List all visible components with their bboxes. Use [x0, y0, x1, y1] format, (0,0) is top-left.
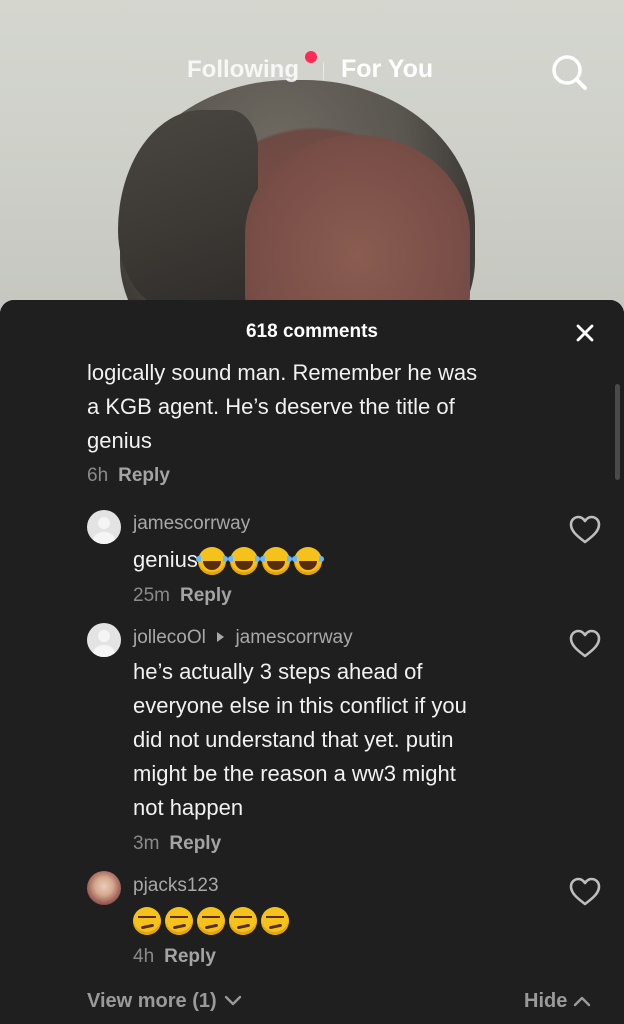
reply-button[interactable]: Reply [118, 465, 170, 486]
laughing-crying-emoji-icon [227, 547, 260, 576]
reply-button[interactable]: Reply [180, 585, 232, 606]
tab-for-you[interactable]: For You [341, 55, 433, 84]
close-icon[interactable] [572, 320, 598, 346]
comment-time: 25m [133, 585, 170, 606]
comment-text: genius [133, 543, 326, 577]
smirking-face-emoji-icon [133, 907, 161, 936]
person-hair [118, 110, 258, 310]
reply-to-username[interactable]: jamescorrway [235, 627, 352, 648]
comment-time: 3m [133, 833, 160, 854]
comment-text: he’s actually 3 steps ahead of everyone … [133, 655, 467, 825]
top-nav: Following For You [0, 48, 624, 92]
smirking-face-emoji-icon [261, 907, 289, 936]
comment-meta: 6h Reply [87, 465, 170, 487]
comment-time: 6h [87, 465, 109, 486]
comment-line: everyone else in this conflict if you [133, 693, 467, 718]
comment-meta: 4h Reply [133, 946, 216, 968]
comment-username[interactable]: jamescorrway [133, 513, 250, 535]
hide-label: Hide [524, 990, 568, 1012]
person-forehead [245, 135, 470, 320]
notification-dot [305, 51, 317, 63]
like-heart-icon[interactable] [569, 629, 601, 659]
view-more-label: View more (1) [87, 990, 217, 1012]
laughing-crying-emoji-icon [291, 547, 324, 576]
reply-button[interactable]: Reply [169, 833, 221, 854]
comment-text: logically sound man. Remember he was a K… [87, 356, 477, 458]
default-avatar-icon [93, 517, 115, 544]
chevron-down-icon [225, 995, 242, 1006]
smirking-face-emoji-icon [197, 907, 225, 936]
reply-arrow-icon [217, 632, 225, 642]
comment-line: might be the reason a ww3 might [133, 761, 456, 786]
laughing-crying-emoji-icon [259, 547, 292, 576]
comment-meta: 25m Reply [133, 585, 232, 607]
avatar[interactable] [87, 871, 121, 905]
smirking-face-emoji-icon [165, 907, 193, 936]
tab-following[interactable]: Following [187, 56, 299, 84]
reply-button[interactable]: Reply [164, 946, 216, 967]
avatar[interactable] [87, 623, 121, 657]
view-more-button[interactable]: View more (1) [87, 990, 242, 1013]
nav-divider [323, 62, 324, 80]
comment-line: did not understand that yet. putin [133, 727, 454, 752]
comment-text [133, 903, 293, 937]
comment-count-title: 618 comments [245, 321, 378, 342]
comments-sheet: logically sound man. Remember he was a K… [0, 300, 624, 1024]
like-heart-icon[interactable] [569, 515, 601, 545]
comment-username-line: jollecoOl jamescorrway [133, 627, 353, 649]
comment-line: genius [87, 428, 152, 453]
comment-line: a KGB agent. He’s deserve the title of [87, 394, 455, 419]
hide-button[interactable]: Hide [524, 990, 591, 1013]
smirking-face-emoji-icon [229, 907, 257, 936]
comment-line: not happen [133, 795, 244, 820]
comment-username[interactable]: pjacks123 [133, 875, 219, 897]
comment-username[interactable]: jollecoOl [133, 627, 206, 648]
like-heart-icon[interactable] [569, 877, 601, 907]
comment-time: 4h [133, 946, 155, 967]
scrollbar[interactable] [615, 384, 620, 480]
avatar[interactable] [87, 510, 121, 544]
laughing-crying-emoji-icon [195, 547, 228, 576]
sheet-header: 618 comments [0, 300, 624, 362]
default-avatar-icon [93, 630, 115, 657]
comment-line: genius [133, 547, 198, 572]
comments-list[interactable]: logically sound man. Remember he was a K… [0, 300, 624, 1024]
comment-meta: 3m Reply [133, 833, 221, 855]
search-icon[interactable] [549, 52, 589, 92]
comment-line: he’s actually 3 steps ahead of [133, 659, 423, 684]
chevron-up-icon [573, 996, 591, 1007]
